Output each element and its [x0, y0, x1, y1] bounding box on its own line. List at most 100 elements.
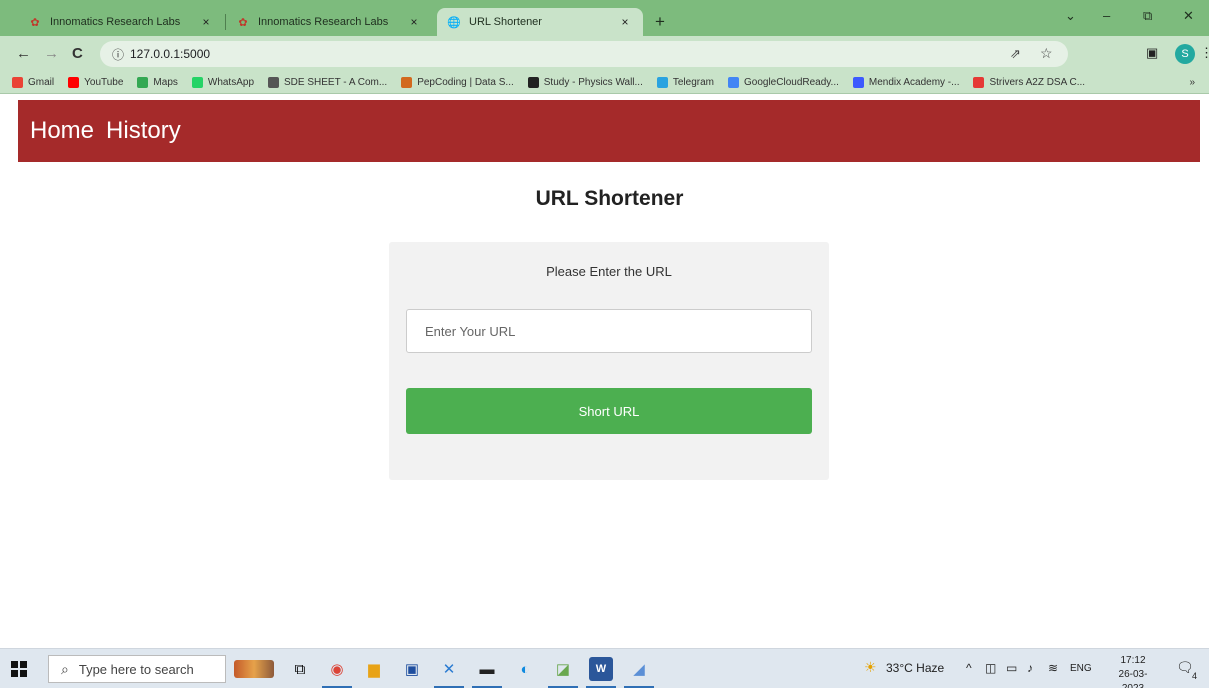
bookmark-item[interactable]: SDE SHEET - A Com... [268, 77, 387, 88]
bookmark-favicon-icon [12, 77, 23, 88]
clock-time: 17:12 [1120, 655, 1146, 666]
news-widget-image[interactable] [234, 660, 274, 678]
bookmark-favicon-icon [527, 77, 539, 88]
windows-start-icon[interactable] [11, 661, 27, 677]
web-page: Home History URL Shortener Please Enter … [0, 95, 1209, 645]
back-button[interactable]: ← [16, 45, 31, 62]
address-bar[interactable]: ⓘ 127.0.0.1:5000 ⇗ ☆ [100, 41, 1068, 67]
bookmark-item[interactable]: Maps [137, 77, 178, 88]
bookmark-label: Telegram [672, 77, 714, 88]
menu-icon[interactable]: ⋮ [1200, 45, 1209, 61]
battery-icon[interactable]: ▭ [1006, 661, 1017, 675]
bookmark-label: Study - Physics Wall... [543, 77, 643, 88]
share-icon[interactable]: ⇗ [1010, 46, 1021, 62]
close-icon[interactable]: × [198, 15, 214, 29]
windows-taskbar: ⌕ Type here to search ⧉ ◉ ▆ ▣ ✕ ▬ ◐ ◪ W … [0, 648, 1209, 688]
taskbar-clock[interactable]: 17:12 26-03-2023 [1108, 654, 1158, 688]
app-icon[interactable]: ◢ [627, 657, 651, 681]
bookmark-favicon-icon [656, 77, 668, 88]
word-icon[interactable]: W [589, 657, 613, 681]
tray-overflow-icon[interactable]: ^ [966, 661, 972, 675]
clock-date: 26-03-2023 [1118, 669, 1148, 688]
close-icon[interactable]: × [617, 15, 633, 29]
bookmark-favicon-icon [191, 77, 203, 88]
tab-innomatics-2[interactable]: ✿ Innomatics Research Labs × [226, 8, 432, 36]
innomatics-favicon-icon: ✿ [238, 16, 248, 29]
vscode-icon[interactable]: ✕ [437, 657, 461, 681]
network-icon[interactable]: ◫ [985, 661, 996, 675]
bookmark-item[interactable]: Telegram [656, 77, 714, 88]
bookmark-label: Strivers A2Z DSA C... [989, 77, 1086, 88]
bookmarks-bar: Gmail YouTube Maps WhatsApp SDE SHEET - A Co… [0, 72, 1209, 94]
tab-title: Innomatics Research Labs [50, 16, 181, 28]
bookmark-favicon-icon [68, 77, 80, 88]
browser-tab-strip: ✿ Innomatics Research Labs × ✿ Innomatic… [0, 0, 1209, 36]
forward-button[interactable]: → [44, 45, 59, 62]
wifi-icon[interactable]: ≋ [1048, 661, 1058, 675]
page-title: URL Shortener [535, 187, 684, 210]
bookmark-label: Gmail [28, 77, 55, 88]
bookmark-label: YouTube [84, 77, 124, 88]
task-view-icon[interactable]: ⧉ [288, 657, 312, 681]
innomatics-favicon-icon: ✿ [30, 16, 40, 29]
tab-title: Innomatics Research Labs [258, 16, 389, 28]
taskbar-search-placeholder: Type here to search [78, 661, 194, 677]
short-url-button[interactable]: Short URL [406, 388, 812, 434]
nav-history-link[interactable]: History [106, 117, 181, 145]
minimize-button[interactable]: – [1103, 8, 1110, 23]
notification-count: 4 [1192, 671, 1198, 681]
bookmark-label: Mendix Academy -... [868, 77, 960, 88]
search-icon: ⌕ [61, 660, 69, 677]
bookmark-item[interactable]: Study - Physics Wall... [527, 77, 643, 88]
new-tab-button[interactable]: + [655, 12, 665, 32]
bookmark-item[interactable]: PepCoding | Data S... [401, 77, 514, 88]
url-form-card: Please Enter the URL Short URL [389, 242, 829, 480]
bookmark-item[interactable]: WhatsApp [191, 77, 255, 88]
bookmark-label: SDE SHEET - A Com... [284, 77, 388, 88]
window-close-button[interactable]: ✕ [1183, 8, 1194, 24]
bookmark-label: GoogleCloudReady... [744, 77, 839, 88]
bookmark-item[interactable]: Strivers A2Z DSA C... [973, 77, 1085, 88]
bookmark-item[interactable]: Gmail [12, 77, 54, 88]
bookmarks-overflow-icon[interactable]: » [1189, 77, 1195, 88]
bookmark-favicon-icon [137, 77, 149, 88]
address-url: 127.0.0.1:5000 [130, 47, 211, 61]
taskbar-search-box[interactable]: ⌕ Type here to search [48, 655, 226, 683]
site-navbar: Home History [18, 100, 1200, 162]
url-input[interactable] [406, 309, 812, 353]
chrome-icon[interactable]: ◉ [325, 657, 349, 681]
side-panel-icon[interactable]: ▣ [1146, 45, 1158, 61]
site-info-icon[interactable]: ⓘ [112, 46, 124, 63]
volume-icon[interactable]: ♪ [1027, 661, 1033, 675]
bookmark-label: Maps [153, 77, 178, 88]
form-label: Please Enter the URL [546, 264, 672, 279]
bookmark-star-icon[interactable]: ☆ [1040, 45, 1053, 62]
reload-button[interactable]: C [72, 45, 83, 62]
nav-home-link[interactable]: Home [30, 117, 94, 145]
bookmark-favicon-icon [728, 77, 739, 88]
chart-app-icon[interactable]: ◪ [551, 657, 575, 681]
globe-icon: 🌐 [447, 16, 461, 29]
bookmark-label: WhatsApp [207, 77, 255, 88]
tab-title: URL Shortener [469, 16, 542, 28]
language-indicator[interactable]: ENG [1070, 663, 1092, 674]
edge-icon[interactable]: ◐ [513, 657, 537, 681]
store-icon[interactable]: ▣ [400, 657, 424, 681]
bookmark-item[interactable]: YouTube [68, 77, 123, 88]
tab-innomatics-1[interactable]: ✿ Innomatics Research Labs × [18, 8, 224, 36]
weather-text[interactable]: 33°C Haze [886, 661, 944, 675]
bookmark-item[interactable]: GoogleCloudReady... [728, 77, 839, 88]
profile-avatar[interactable]: S [1175, 44, 1195, 64]
tab-url-shortener[interactable]: 🌐 URL Shortener × [437, 8, 643, 36]
weather-icon: ☀ [864, 659, 877, 675]
restore-button[interactable]: ⧉ [1143, 8, 1152, 24]
bookmark-favicon-icon [852, 77, 864, 88]
close-icon[interactable]: × [406, 15, 422, 29]
tab-search-icon[interactable]: ⌄ [1065, 8, 1076, 24]
bookmark-label: PepCoding | Data S... [417, 77, 514, 88]
bookmark-favicon-icon [401, 77, 413, 88]
bookmark-favicon-icon [973, 77, 985, 88]
file-explorer-icon[interactable]: ▆ [362, 657, 386, 681]
bookmark-item[interactable]: Mendix Academy -... [852, 77, 960, 88]
terminal-icon[interactable]: ▬ [475, 657, 499, 681]
